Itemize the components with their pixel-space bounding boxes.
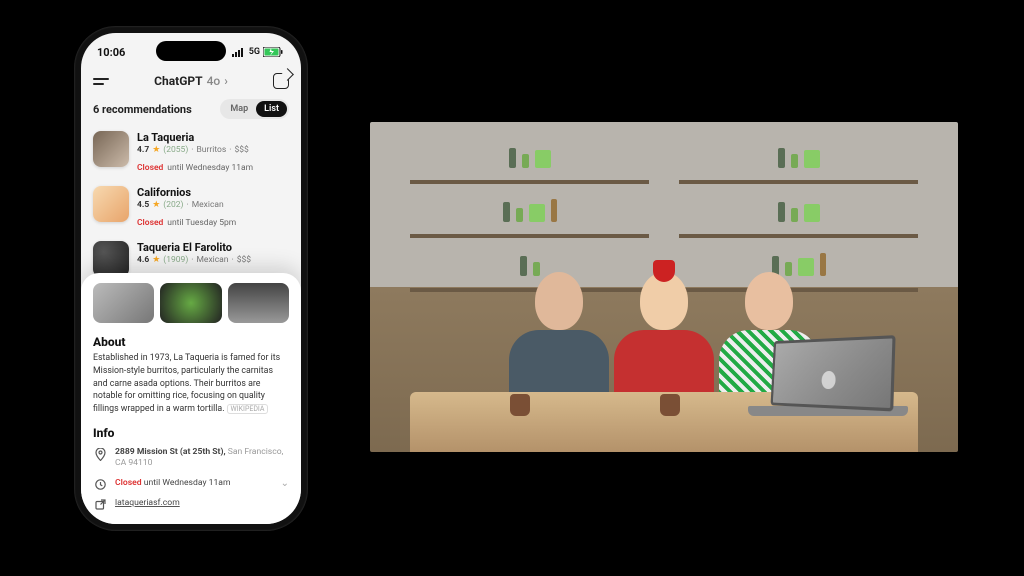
info-website[interactable]: lataqueriasf.com	[93, 494, 289, 514]
result-meta: 4.7★ (2055)· Burritos·$$$	[137, 145, 253, 155]
toggle-list[interactable]: List	[256, 101, 287, 117]
title-model: 4o	[207, 74, 221, 88]
result-thumbnail	[93, 241, 129, 277]
result-meta: 4.6★ (1909)· Mexican·$$$	[137, 255, 251, 265]
dynamic-island	[156, 41, 226, 61]
status-network: 5G	[249, 47, 260, 57]
source-badge[interactable]: WIKIPEDIA	[227, 404, 269, 414]
star-icon: ★	[152, 255, 160, 265]
result-thumbnail	[93, 186, 129, 222]
result-thumbnail	[93, 131, 129, 167]
detail-sheet[interactable]: About Established in 1973, La Taqueria i…	[81, 273, 301, 524]
phone-screen: 10:06 5G ChatGPT 4o › 6 recommendations	[81, 33, 301, 524]
header-title[interactable]: ChatGPT 4o ›	[154, 74, 228, 88]
result-name: La Taqueria	[137, 131, 253, 144]
menu-button[interactable]	[93, 78, 109, 85]
result-name: Taqueria El Farolito	[137, 241, 251, 254]
chevron-right-icon: ›	[224, 74, 228, 88]
about-heading: About	[93, 335, 289, 349]
result-status: Closed until Tuesday 5pm	[137, 210, 236, 229]
chevron-down-icon: ⌄	[281, 478, 289, 489]
toggle-map[interactable]: Map	[222, 101, 256, 117]
result-meta: 4.5★ (202)· Mexican	[137, 200, 236, 210]
photo-strip[interactable]	[93, 283, 289, 323]
view-toggle: Map List	[220, 99, 289, 119]
photo-thumbnail[interactable]	[93, 283, 154, 323]
photo-thumbnail[interactable]	[228, 283, 289, 323]
results-list[interactable]: La Taqueria 4.7★ (2055)· Burritos·$$$ Cl…	[81, 125, 301, 283]
photo-thumbnail[interactable]	[160, 283, 221, 323]
result-status: Closed until Wednesday 11am	[137, 155, 253, 174]
result-name: Californios	[137, 186, 236, 199]
external-link-icon	[93, 498, 107, 510]
mug	[510, 394, 530, 416]
app-header: ChatGPT 4o ›	[81, 71, 301, 97]
info-heading: Info	[93, 426, 289, 440]
video-panel	[370, 122, 958, 452]
recommendations-bar: 6 recommendations Map List	[81, 97, 301, 125]
info-address[interactable]: 2889 Mission St (at 25th St), San Franci…	[93, 443, 289, 474]
status-time: 10:06	[97, 46, 125, 59]
signal-icon	[232, 47, 246, 57]
recommendations-count: 6 recommendations	[93, 103, 192, 116]
about-text: Established in 1973, La Taqueria is fame…	[93, 352, 289, 416]
compose-button[interactable]	[273, 73, 289, 89]
apple-logo-icon	[821, 371, 836, 389]
laptop	[748, 338, 898, 428]
battery-icon	[263, 47, 283, 57]
list-item[interactable]: La Taqueria 4.7★ (2055)· Burritos·$$$ Cl…	[91, 125, 291, 180]
mug	[660, 394, 680, 416]
info-hours[interactable]: Closed until Wednesday 11am ⌄	[93, 474, 289, 494]
title-main: ChatGPT	[154, 74, 202, 88]
pin-icon	[93, 447, 107, 461]
list-item[interactable]: Californios 4.5★ (202)· Mexican Closed u…	[91, 180, 291, 235]
phone-frame: 10:06 5G ChatGPT 4o › 6 recommendations	[74, 26, 308, 531]
star-icon: ★	[152, 145, 160, 155]
star-icon: ★	[152, 200, 160, 210]
clock-icon	[93, 478, 107, 490]
